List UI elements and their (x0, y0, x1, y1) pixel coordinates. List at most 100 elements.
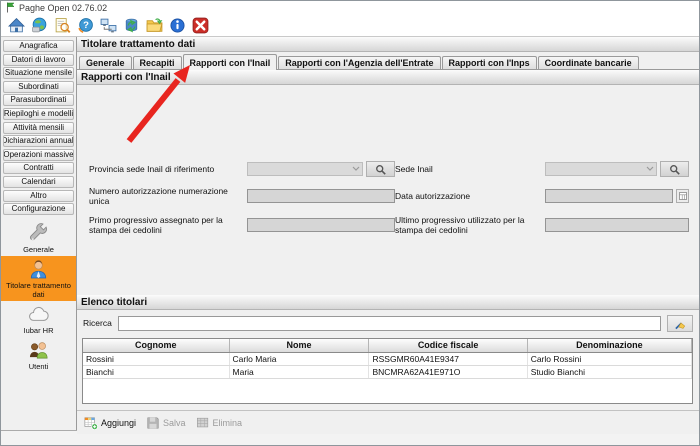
users-icon (28, 340, 49, 361)
sidebar-item-operazioni-massive[interactable]: Operazioni massive (3, 149, 74, 161)
numero-autorizzazione-label: Numero autorizzazione numerazione unica (89, 186, 247, 206)
sidebar-item-label: Utenti (29, 362, 49, 371)
magnifier-icon (375, 164, 386, 175)
aggiungi-button[interactable]: Aggiungi (84, 416, 136, 430)
elimina-button[interactable]: Elimina (196, 416, 243, 430)
cell-codice-fiscale: BNCMRA62A41E971O (369, 365, 527, 378)
sidebar-item-situazione-mensile[interactable]: Situazione mensile (3, 67, 74, 79)
column-header-codice-fiscale[interactable]: Codice fiscale (369, 339, 527, 352)
sidebar-item-calendari[interactable]: Calendari (3, 176, 74, 188)
sync-database-icon[interactable] (121, 15, 141, 35)
sidebar: Anagrafica Datori di lavoro Situazione m… (1, 37, 77, 430)
tab-strip: Generale Recapiti Rapporti con l'Inail R… (77, 52, 699, 70)
title-bar: Paghe Open 02.76.02 (1, 1, 699, 14)
clear-search-button[interactable] (667, 315, 693, 332)
data-autorizzazione-label: Data autorizzazione (395, 191, 545, 201)
column-header-cognome[interactable]: Cognome (83, 339, 229, 352)
tab-rapporti-agenzia-entrate[interactable]: Rapporti con l'Agenzia dell'Entrate (278, 56, 440, 69)
calendar-icon (679, 192, 687, 200)
sidebar-config-section: Generale Titolare trattamento dati Iubar… (1, 220, 76, 373)
main-toolbar: ? (1, 14, 699, 37)
cell-cognome: Bianchi (83, 365, 229, 378)
app-window: Paghe Open 02.76.02 ? (0, 0, 700, 446)
print-preview-icon[interactable] (52, 15, 72, 35)
ultimo-progressivo-input[interactable] (545, 218, 689, 232)
sidebar-item-label: Generale (23, 245, 54, 254)
sidebar-item-label: Titolare trattamento dati (2, 281, 75, 299)
cell-cognome: Rossini (83, 352, 229, 365)
sidebar-item-configurazione[interactable]: Configurazione (3, 203, 74, 215)
date-picker-button[interactable] (676, 189, 689, 203)
column-header-denominazione[interactable]: Denominazione (527, 339, 691, 352)
save-icon (146, 416, 160, 430)
chevron-down-icon (352, 166, 360, 172)
app-flag-icon (6, 2, 15, 13)
sidebar-item-generale[interactable]: Generale (1, 220, 76, 256)
rapporti-inail-form: Provincia sede Inail di riferimento Sede… (77, 85, 699, 295)
sidebar-item-contratti[interactable]: Contratti (3, 162, 74, 174)
info-icon[interactable] (167, 15, 187, 35)
cell-denominazione: Studio Bianchi (527, 365, 691, 378)
sidebar-item-riepiloghi-e-modelli[interactable]: Riepiloghi e modelli (3, 108, 74, 120)
web-icon[interactable] (29, 15, 49, 35)
tab-recapiti[interactable]: Recapiti (133, 56, 182, 69)
tab-rapporti-con-inail[interactable]: Rapporti con l'Inail (183, 54, 278, 70)
sidebar-item-iubar-hr[interactable]: Iubar HR (1, 301, 76, 337)
primo-progressivo-label: Primo progressivo assegnato per la stamp… (89, 215, 247, 235)
provincia-inail-search-button[interactable] (366, 161, 395, 177)
magnifier-icon (669, 164, 680, 175)
person-icon (28, 259, 49, 280)
tab-generale[interactable]: Generale (79, 56, 132, 69)
add-row-icon (84, 416, 98, 430)
wrench-icon (28, 223, 49, 244)
sidebar-item-utenti[interactable]: Utenti (1, 337, 76, 373)
numero-autorizzazione-input[interactable] (247, 189, 395, 203)
ricerca-label: Ricerca (83, 318, 112, 328)
section-title: Rapporti con l'Inail (77, 70, 699, 85)
table-row[interactable]: Bianchi Maria BNCMRA62A41E971O Studio Bi… (83, 365, 692, 378)
exit-icon[interactable] (190, 15, 210, 35)
ultimo-progressivo-label: Ultimo progressivo utilizzato per la sta… (395, 215, 545, 235)
provincia-inail-label: Provincia sede Inail di riferimento (89, 164, 247, 174)
cell-codice-fiscale: RSSGMR60A41E9347 (369, 352, 527, 365)
cell-denominazione: Carlo Rossini (527, 352, 691, 365)
sede-inail-combo[interactable] (545, 162, 657, 176)
home-icon[interactable] (6, 15, 26, 35)
elenco-titolari-title: Elenco titolari (77, 295, 699, 310)
sidebar-item-subordinati[interactable]: Subordinati (3, 81, 74, 93)
salva-button[interactable]: Salva (146, 416, 186, 430)
tab-rapporti-con-inps[interactable]: Rapporti con l'Inps (442, 56, 537, 69)
sidebar-item-anagrafica[interactable]: Anagrafica (3, 40, 74, 52)
action-bar: Aggiungi Salva Elimina (77, 410, 699, 434)
broom-icon (674, 317, 687, 330)
search-row: Ricerca (77, 310, 699, 336)
cell-nome: Carlo Maria (229, 352, 369, 365)
sede-inail-search-button[interactable] (660, 161, 689, 177)
sidebar-item-attivita-mensili[interactable]: Attività mensili (3, 122, 74, 134)
table-row[interactable]: Rossini Carlo Maria RSSGMR60A41E9347 Car… (83, 352, 692, 365)
sidebar-item-altro[interactable]: Altro (3, 190, 74, 202)
help-icon[interactable]: ? (75, 15, 95, 35)
sidebar-item-parasubordinati[interactable]: Parasubordinati (3, 94, 74, 106)
page-title: Titolare trattamento dati (77, 37, 699, 52)
sede-inail-label: Sede Inail (395, 164, 545, 174)
main-panel: Titolare trattamento dati Generale Recap… (77, 37, 699, 430)
sidebar-item-titolare-trattamento-dati[interactable]: Titolare trattamento dati (1, 256, 76, 301)
sidebar-item-dichiarazioni-annuali[interactable]: Dichiarazioni annuali (3, 135, 74, 147)
titolari-table: Cognome Nome Codice fiscale Denominazion… (82, 338, 693, 404)
window-title: Paghe Open 02.76.02 (19, 3, 107, 13)
provincia-inail-combo[interactable] (247, 162, 363, 176)
chevron-down-icon (646, 166, 654, 172)
tab-coordinate-bancarie[interactable]: Coordinate bancarie (538, 56, 639, 69)
cell-nome: Maria (229, 365, 369, 378)
primo-progressivo-input[interactable] (247, 218, 395, 232)
ricerca-input[interactable] (118, 316, 661, 331)
open-folder-icon[interactable] (144, 15, 164, 35)
sidebar-item-label: Iubar HR (23, 326, 53, 335)
network-icon[interactable] (98, 15, 118, 35)
data-autorizzazione-input[interactable] (545, 189, 673, 203)
delete-row-icon (196, 416, 210, 430)
column-header-nome[interactable]: Nome (229, 339, 369, 352)
cloud-icon (28, 304, 49, 325)
sidebar-item-datori-di-lavoro[interactable]: Datori di lavoro (3, 54, 74, 66)
